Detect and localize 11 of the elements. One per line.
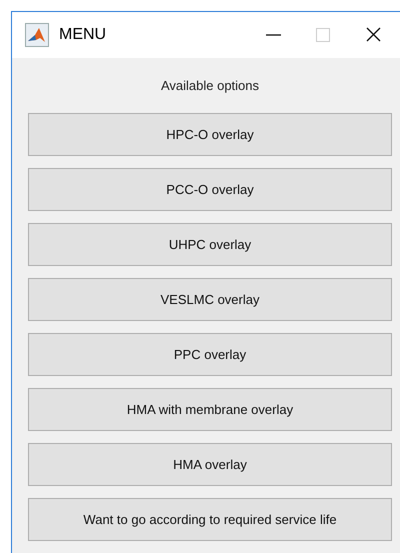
option-button[interactable]: PCC-O overlay — [28, 168, 392, 211]
option-button[interactable]: HMA overlay — [28, 443, 392, 486]
window-title: MENU — [59, 26, 106, 44]
option-button[interactable]: HPC-O overlay — [28, 113, 392, 156]
option-button[interactable]: Want to go according to required service life — [28, 498, 392, 541]
option-button[interactable]: VESLMC overlay — [28, 278, 392, 321]
option-button[interactable]: HMA with membrane overlay — [28, 388, 392, 431]
options-heading: Available options — [160, 77, 260, 95]
app-icon — [25, 23, 49, 47]
option-button[interactable]: UHPC overlay — [28, 223, 392, 266]
option-button[interactable]: PPC overlay — [28, 333, 392, 376]
